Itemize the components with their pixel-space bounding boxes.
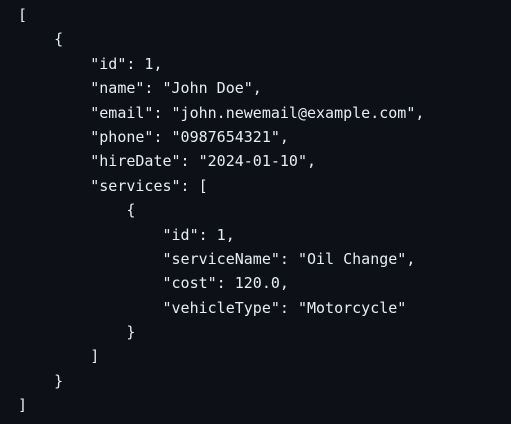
code-line: } [18, 320, 511, 344]
code-text: "phone": "0987654321", [90, 127, 289, 146]
code-line: [ [18, 3, 511, 27]
code-text: } [54, 371, 64, 390]
code-text: { [54, 30, 64, 49]
code-line: "id": 1, [18, 52, 511, 76]
code-line: ] [18, 344, 511, 368]
code-text: "id": 1, [162, 225, 235, 244]
code-text: } [126, 323, 136, 342]
code-text: "name": "John Doe", [90, 79, 262, 98]
code-line: "cost": 120.0, [18, 271, 511, 295]
code-line: } [18, 369, 511, 393]
code-line: "email": "john.newemail@example.com", [18, 101, 511, 125]
code-text: { [126, 201, 136, 220]
code-text: "id": 1, [90, 54, 163, 73]
code-block: [ { "id": 1, "name": "John Doe", "email"… [0, 0, 511, 424]
code-line: "hireDate": "2024-01-10", [18, 149, 511, 173]
code-text: "cost": 120.0, [162, 274, 289, 293]
code-text: "hireDate": "2024-01-10", [90, 152, 317, 171]
code-line: { [18, 27, 511, 51]
code-text: "serviceName": "Oil Change", [162, 249, 416, 268]
code-text: "services": [ [90, 176, 208, 195]
code-line: ] [18, 393, 511, 417]
code-text: "vehicleType": "Motorcycle" [162, 298, 407, 317]
code-line: "vehicleType": "Motorcycle" [18, 296, 511, 320]
code-text: "email": "john.newemail@example.com", [90, 103, 425, 122]
code-line: "services": [ [18, 174, 511, 198]
code-line: "id": 1, [18, 223, 511, 247]
code-text: ] [90, 347, 100, 366]
code-text: [ [18, 6, 28, 24]
code-line: "phone": "0987654321", [18, 125, 511, 149]
code-line: { [18, 198, 511, 222]
code-text: ] [18, 396, 28, 415]
code-line: "name": "John Doe", [18, 76, 511, 100]
code-line: "serviceName": "Oil Change", [18, 247, 511, 271]
